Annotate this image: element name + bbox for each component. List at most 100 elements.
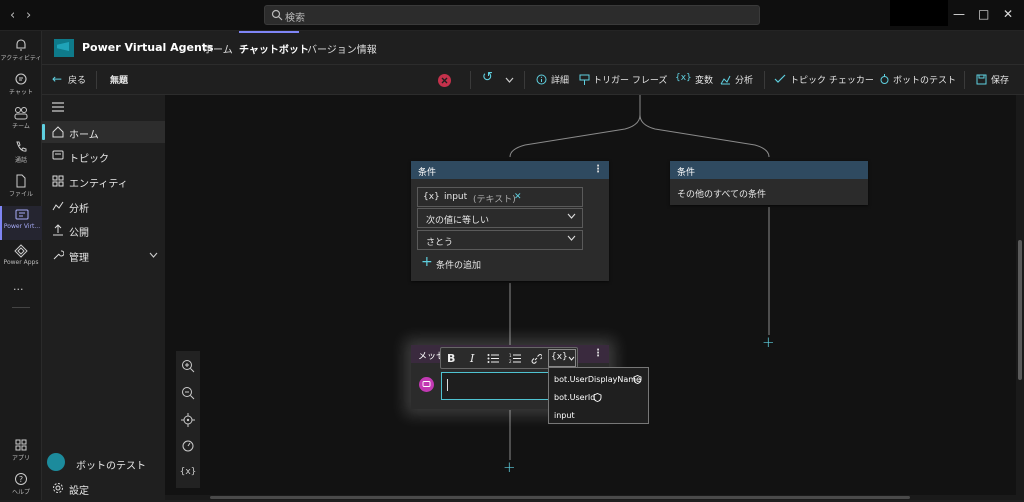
toolbar-divider	[524, 71, 525, 89]
analytics-button[interactable]: 分析	[735, 73, 753, 86]
tab-version-info[interactable]: バージョン情報	[307, 41, 377, 56]
operator-dropdown[interactable]: 次の値に等しい	[417, 208, 583, 228]
minimize-icon[interactable]: —	[953, 7, 965, 21]
numbered-list-icon[interactable]: 12	[509, 353, 521, 364]
teams-app-rail: アクティビティ チャット チーム 通話 ファイル Power Virt... P…	[0, 31, 42, 500]
add-node-plus-icon[interactable]: +	[762, 333, 775, 351]
details-button[interactable]: 詳細	[551, 73, 569, 86]
topic-checker-button[interactable]: トピック チェッカー	[790, 73, 874, 86]
error-icon[interactable]	[437, 73, 452, 88]
condition-node[interactable]: 条件 ⋮ {x} input (テキスト) ✕ 次の値に等しい さとう + 条件…	[411, 161, 609, 281]
rail-item-calls[interactable]: 通話	[0, 138, 42, 170]
topic-toolbar: ← 戻る 無題 ↺ 詳細 トリガー フレーズ {x} 変数 分析 トピック チェ…	[42, 65, 1024, 95]
chat-icon	[15, 73, 27, 85]
tab-home[interactable]: ホーム	[203, 41, 233, 56]
horizontal-scrollbar-thumb[interactable]	[210, 496, 910, 499]
hamburger-menu-icon[interactable]	[52, 102, 64, 112]
all-other-conditions-label: その他のすべての条件	[677, 190, 767, 200]
help-icon: ?	[15, 473, 27, 485]
zoom-in-icon[interactable]	[179, 357, 197, 375]
close-icon[interactable]: ✕	[1003, 7, 1013, 21]
toolbar-divider	[964, 71, 965, 89]
arrow-left-icon[interactable]: ←	[52, 72, 62, 86]
manage-icon	[53, 250, 64, 260]
variables-panel-button[interactable]: {x}	[179, 467, 197, 485]
toolbar-divider	[470, 71, 471, 89]
authoring-canvas[interactable]: + +	[165, 95, 1016, 495]
condition-node-header: 条件 ⋮	[411, 161, 609, 179]
add-node-plus-icon[interactable]: +	[503, 458, 516, 476]
app-title: Power Virtual Agents	[82, 41, 214, 54]
condition-variable-name: input	[444, 192, 468, 202]
sidebar-item-manage[interactable]: 管理	[42, 244, 165, 266]
rail-item-apps[interactable]: アプリ	[0, 436, 42, 468]
condition-node-header: 条件	[670, 161, 868, 179]
rail-item-power-apps[interactable]: Power Apps	[0, 242, 42, 274]
reset-zoom-icon[interactable]	[179, 437, 197, 455]
sidebar-item-entities[interactable]: エンティティ	[42, 170, 165, 192]
toolbar-divider	[764, 71, 765, 89]
save-button[interactable]: 保存	[991, 73, 1009, 86]
forward-arrow-icon[interactable]: ›	[26, 8, 31, 23]
vertical-scrollbar-thumb[interactable]	[1018, 240, 1022, 380]
avatar[interactable]	[890, 0, 948, 26]
formatting-toolbar: B I 12 {x}	[440, 347, 578, 369]
entity-icon	[52, 175, 64, 187]
title-bar: ‹ › 検索 — □ ✕	[0, 0, 1024, 31]
bullet-list-icon[interactable]	[487, 353, 499, 364]
tab-chatbot[interactable]: チャットボット	[239, 41, 309, 56]
sidebar-item-publish[interactable]: 公開	[42, 219, 165, 241]
text-cursor	[447, 379, 448, 391]
rail-item-activity[interactable]: アクティビティ	[0, 36, 42, 68]
message-text-editor[interactable]	[441, 372, 549, 400]
more-options-icon[interactable]: ⋮	[593, 164, 603, 175]
link-icon[interactable]	[530, 353, 542, 365]
sidebar-item-home[interactable]: ホーム	[42, 121, 165, 143]
more-apps-icon[interactable]: ···	[13, 283, 24, 296]
chevron-down-icon	[149, 252, 158, 258]
recenter-icon[interactable]	[179, 411, 197, 429]
sidebar-test-bot[interactable]: ボットのテスト	[42, 452, 165, 474]
maximize-icon[interactable]: □	[978, 7, 989, 21]
insert-variable-button[interactable]: {x}	[548, 349, 576, 367]
app-header: Power Virtual Agents ホーム チャットボット バージョン情報	[42, 31, 1024, 65]
publish-icon	[53, 224, 63, 236]
variable-option[interactable]: bot.UserId	[549, 389, 648, 405]
variable-option[interactable]: bot.UserDisplayName	[549, 371, 648, 387]
condition-variable-field[interactable]: {x} input (テキスト) ✕	[417, 187, 583, 207]
undo-icon[interactable]: ↺	[482, 70, 493, 85]
zoom-out-icon[interactable]	[179, 384, 197, 402]
sidebar-item-topics[interactable]: トピック	[42, 145, 165, 167]
condition-title: 条件	[418, 168, 437, 178]
remove-variable-icon[interactable]: ✕	[514, 192, 522, 202]
variables-button[interactable]: 変数	[695, 73, 713, 86]
variable-option[interactable]: input	[549, 407, 648, 423]
rail-item-teams[interactable]: チーム	[0, 104, 42, 136]
add-condition-button[interactable]: 条件の追加	[436, 258, 481, 271]
test-bot-button[interactable]: ボットのテスト	[893, 73, 956, 86]
trigger-phrases-button[interactable]: トリガー フレーズ	[593, 73, 667, 86]
power-virtual-agents-logo	[54, 39, 74, 57]
bold-button[interactable]: B	[447, 352, 455, 365]
back-button[interactable]: 戻る	[68, 73, 86, 86]
rail-item-help[interactable]: ? ヘルプ	[0, 470, 42, 502]
bell-icon	[16, 39, 26, 51]
sidebar-settings[interactable]: 設定	[42, 477, 165, 499]
rail-item-power-virtual-agents[interactable]: Power Virt...	[0, 206, 42, 240]
shield-icon	[593, 393, 602, 402]
search-input[interactable]: 検索	[264, 5, 760, 25]
chevron-down-icon[interactable]	[505, 77, 514, 83]
rail-item-chat[interactable]: チャット	[0, 70, 42, 102]
message-bubble-icon	[419, 377, 434, 392]
topic-name: 無題	[110, 76, 129, 86]
other-condition-node[interactable]: 条件 その他のすべての条件	[670, 161, 868, 205]
sidebar-item-analytics[interactable]: 分析	[42, 195, 165, 217]
more-options-icon[interactable]: ⋮	[593, 348, 603, 359]
toolbar-divider	[96, 71, 97, 89]
italic-button[interactable]: I	[470, 352, 474, 365]
rail-divider	[12, 307, 30, 308]
back-arrow-icon[interactable]: ‹	[10, 8, 15, 23]
value-dropdown[interactable]: さとう	[417, 230, 583, 250]
rail-item-files[interactable]: ファイル	[0, 172, 42, 204]
variable-dropdown-menu: bot.UserDisplayName bot.UserId input	[548, 367, 649, 424]
